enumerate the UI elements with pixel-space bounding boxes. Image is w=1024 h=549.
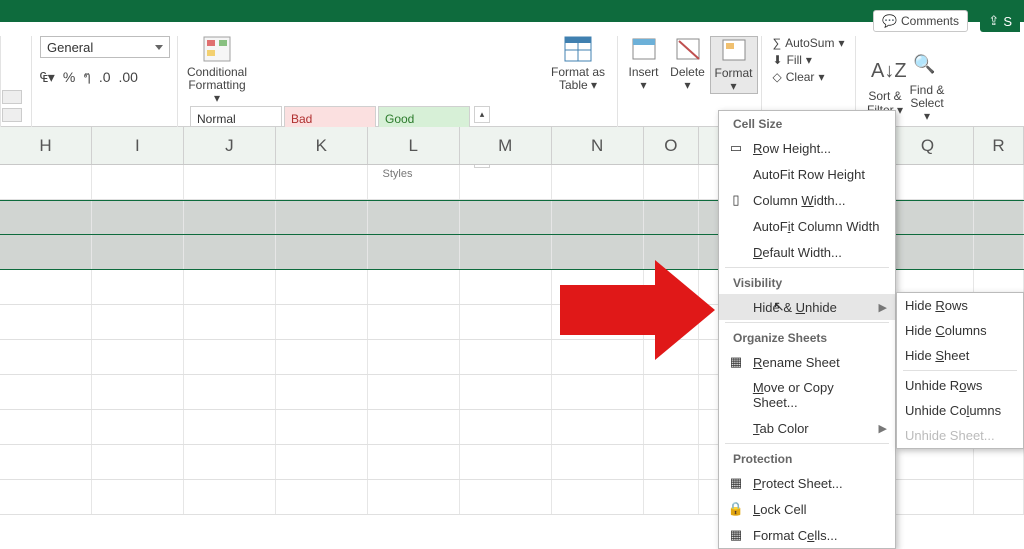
autosum-button[interactable]: ∑AutoSum ▾ [773, 36, 845, 50]
lock-icon: 🔒 [727, 501, 745, 517]
chevron-right-icon: ▶ [879, 422, 887, 435]
format-menu: Cell Size ▭Row Row Height...Height... Au… [718, 110, 896, 549]
menu-row-height[interactable]: ▭Row Row Height...Height... [719, 135, 895, 161]
menu-default-width[interactable]: Default Width... [719, 239, 895, 265]
menu-header-protection: Protection [719, 446, 895, 470]
col-header[interactable]: L [368, 127, 460, 164]
format-button[interactable]: Format▾ [710, 36, 758, 94]
format-as-table-button[interactable]: Format as Table ▾ [547, 36, 609, 92]
chevron-down-icon [155, 45, 163, 50]
styles-up-button[interactable]: ▴ [474, 106, 490, 123]
col-header[interactable]: H [0, 127, 92, 164]
row-height-icon: ▭ [727, 140, 745, 156]
col-header[interactable]: O [644, 127, 700, 164]
delete-label: Delete▾ [670, 66, 705, 92]
conditional-formatting-icon [203, 36, 231, 62]
col-header[interactable]: M [460, 127, 552, 164]
submenu-hide-sheet[interactable]: Hide Sheet [897, 343, 1023, 368]
menu-header-visibility: Visibility [719, 270, 895, 294]
menu-rename-sheet[interactable]: ▦Rename Sheet [719, 349, 895, 375]
comments-label: Comments [901, 14, 959, 28]
protect-icon: ▦ [727, 475, 745, 491]
menu-protect-sheet[interactable]: ▦Protect Sheet... [719, 470, 895, 496]
alignment-icon[interactable] [2, 90, 22, 104]
col-width-icon: ▯ [727, 192, 745, 208]
decrease-decimal-button[interactable]: .00 [119, 69, 138, 85]
menu-autofit-col[interactable]: AutoFit Column Width [719, 213, 895, 239]
eraser-icon: ◇ [773, 70, 782, 84]
submenu-unhide-sheet: Unhide Sheet... [897, 423, 1023, 448]
col-header[interactable]: R [974, 127, 1024, 164]
menu-lock-cell[interactable]: 🔒Lock Cell [719, 496, 895, 522]
fill-button[interactable]: ⬇Fill ▾ [773, 53, 845, 67]
comma-style-button[interactable]: ๆ [83, 66, 91, 88]
search-icon: 🔍 [913, 54, 941, 80]
col-header[interactable]: I [92, 127, 184, 164]
menu-format-cells[interactable]: ▦Format Cells... [719, 522, 895, 548]
insert-label: Insert▾ [628, 66, 658, 92]
chevron-right-icon: ▶ [879, 301, 887, 314]
col-header[interactable]: N [552, 127, 644, 164]
find-select-label: Find & Select ▾ [906, 84, 948, 124]
menu-header-cellsize: Cell Size [719, 111, 895, 135]
accounting-button[interactable]: ₠▾ [40, 69, 55, 86]
sheet-icon: ▦ [727, 354, 745, 370]
menu-move-copy[interactable]: Move or Copy Sheet... [719, 375, 895, 415]
delete-button[interactable]: Delete▾ [666, 36, 710, 94]
delete-icon [674, 36, 702, 62]
cursor-icon: ↖ [773, 298, 785, 315]
annotation-arrow [560, 250, 715, 370]
menu-autofit-row[interactable]: AutoFit Row Height [719, 161, 895, 187]
submenu-unhide-rows[interactable]: Unhide Rows [897, 373, 1023, 398]
title-bar [0, 0, 1024, 22]
insert-icon [630, 36, 658, 62]
submenu-hide-rows[interactable]: Hide Rows [897, 293, 1023, 318]
find-select-button[interactable]: 🔍 Find & Select ▾ [906, 54, 948, 124]
number-format-select[interactable]: General [40, 36, 170, 58]
menu-tab-color[interactable]: Tab Color▶ [719, 415, 895, 441]
conditional-formatting-label: Conditional Formatting ▾ [186, 66, 248, 106]
sigma-icon: ∑ [773, 36, 782, 50]
increase-decimal-button[interactable]: .0 [99, 69, 111, 85]
submenu-hide-columns[interactable]: Hide Columns [897, 318, 1023, 343]
menu-col-width[interactable]: ▯Column Width... [719, 187, 895, 213]
percent-button[interactable]: % [63, 69, 75, 85]
fill-icon: ⬇ [773, 53, 783, 67]
format-icon [720, 37, 748, 63]
hide-unhide-submenu: Hide Rows Hide Columns Hide Sheet Unhide… [896, 292, 1024, 449]
comment-icon: 💬 [882, 14, 897, 28]
menu-header-organize: Organize Sheets [719, 325, 895, 349]
conditional-formatting-button[interactable]: Conditional Formatting ▾ [186, 36, 248, 106]
format-as-table-label: Format as Table ▾ [547, 66, 609, 92]
submenu-unhide-columns[interactable]: Unhide Columns [897, 398, 1023, 423]
alignment-icon[interactable] [2, 108, 22, 122]
menu-hide-unhide[interactable]: Hide & Unhide↖▶ [719, 294, 895, 320]
insert-button[interactable]: Insert▾ [622, 36, 666, 94]
number-format-value: General [47, 40, 93, 55]
share-icon: ⇪ [988, 13, 999, 29]
cells-icon: ▦ [727, 527, 745, 543]
clear-button[interactable]: ◇Clear ▾ [773, 70, 845, 84]
format-label: Format▾ [714, 67, 752, 93]
sort-filter-button[interactable]: A↓Z Sort & Filter ▾ [864, 60, 906, 116]
col-header[interactable]: K [276, 127, 368, 164]
share-label: S [1003, 14, 1012, 29]
share-button[interactable]: ⇪ S [980, 10, 1020, 32]
sort-filter-icon: A↓Z [871, 60, 899, 86]
col-header[interactable]: J [184, 127, 276, 164]
format-as-table-icon [564, 36, 592, 62]
comments-button[interactable]: 💬 Comments [873, 10, 968, 32]
